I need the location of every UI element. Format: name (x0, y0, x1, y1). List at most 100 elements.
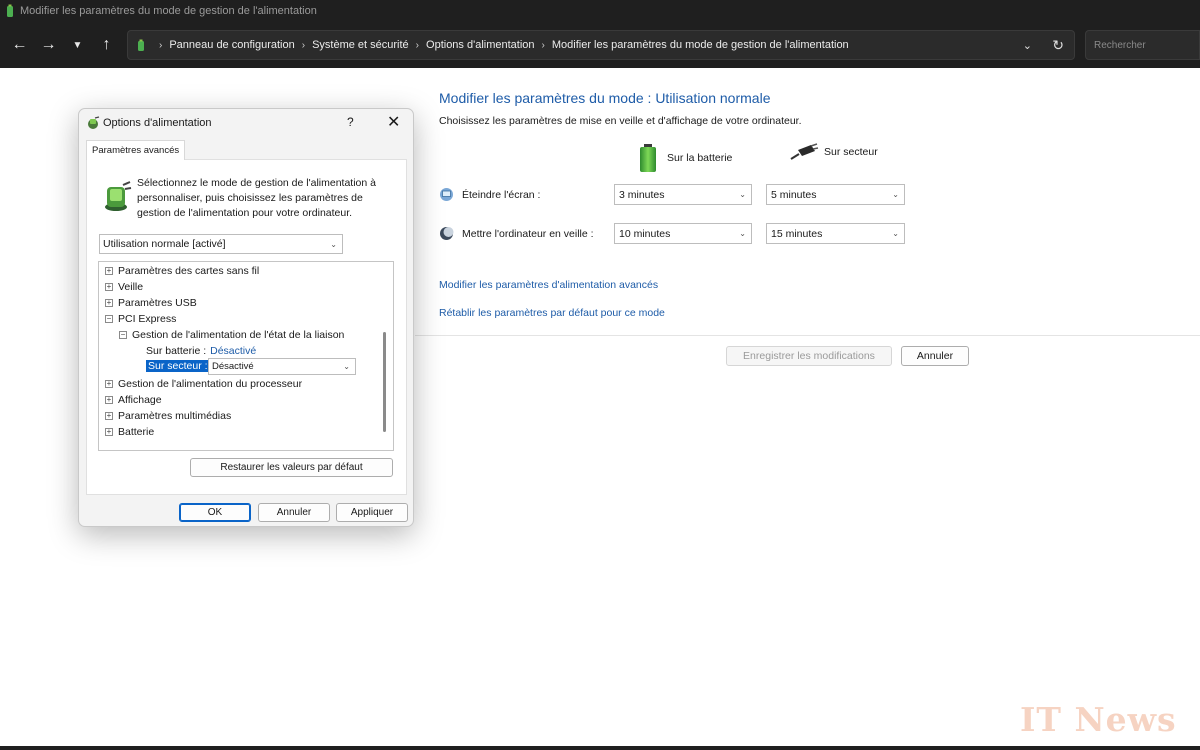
dialog-title: Options d'alimentation (103, 117, 212, 129)
tree-item-processor[interactable]: + Gestion de l'alimentation du processeu… (105, 378, 302, 390)
expand-icon[interactable]: + (105, 267, 113, 275)
refresh-icon[interactable]: ↻ (1052, 37, 1064, 54)
moon-icon (440, 227, 454, 240)
display-battery-select[interactable]: 3 minutes ⌄ (614, 184, 752, 205)
tree-label: Sur batterie : (146, 345, 207, 357)
collapse-icon[interactable]: − (119, 331, 127, 339)
display-plugged-select[interactable]: 5 minutes ⌄ (766, 184, 905, 205)
up-icon[interactable]: ↑ (92, 30, 121, 60)
search-placeholder: Rechercher (1094, 39, 1146, 51)
plugged-value-select[interactable]: Désactivé ⌄ (208, 358, 356, 375)
help-button[interactable]: ? (347, 115, 354, 129)
sleep-label: Mettre l'ordinateur en veille : (462, 227, 594, 240)
save-changes-button[interactable]: Enregistrer les modifications (726, 346, 892, 366)
divider (415, 335, 1200, 336)
display-plugged-value: 5 minutes (771, 188, 817, 201)
battery-icon (640, 144, 656, 172)
sleep-battery-value: 10 minutes (619, 227, 671, 240)
recent-locations-icon[interactable]: ▼ (63, 30, 92, 60)
breadcrumb-control-panel[interactable]: Panneau de configuration (169, 39, 294, 51)
collapse-icon[interactable]: − (105, 315, 113, 323)
tree-label-selected: Sur secteur : (146, 360, 210, 372)
expand-icon[interactable]: + (105, 396, 113, 404)
tree-label: Paramètres USB (118, 297, 197, 309)
tree-item-link-state[interactable]: − Gestion de l'alimentation de l'état de… (119, 329, 344, 341)
tab-advanced-settings[interactable]: Paramètres avancés (86, 140, 186, 160)
bottom-edge (0, 746, 1200, 750)
page-title: Modifier les paramètres du mode : Utilis… (439, 90, 771, 106)
chevron-down-icon: ⌄ (739, 190, 746, 199)
sleep-plugged-value: 15 minutes (771, 227, 823, 240)
power-plan-select[interactable]: Utilisation normale [activé] ⌄ (99, 234, 343, 254)
power-options-icon (88, 116, 100, 129)
power-options-icon (7, 4, 13, 17)
expand-icon[interactable]: + (105, 412, 113, 420)
sleep-battery-select[interactable]: 10 minutes ⌄ (614, 223, 752, 244)
search-input[interactable]: Rechercher (1085, 30, 1200, 60)
settings-tree: + Paramètres des cartes sans fil + Veill… (98, 261, 394, 451)
plugged-value: Désactivé (212, 361, 254, 372)
apply-button[interactable]: Appliquer (336, 503, 408, 522)
tree-item-display[interactable]: + Affichage (105, 394, 162, 406)
tree-label: Veille (118, 281, 144, 293)
cancel-button[interactable]: Annuler (901, 346, 969, 366)
chevron-right-icon: › (301, 39, 306, 51)
expand-icon[interactable]: + (105, 283, 113, 291)
turn-off-display-row: Éteindre l'écran : (439, 187, 540, 202)
advanced-settings-link[interactable]: Modifier les paramètres d'alimentation a… (439, 279, 658, 291)
column-header-plugged: Sur secteur (789, 143, 878, 161)
dialog-description: Sélectionnez le mode de gestion de l'ali… (137, 177, 376, 219)
expand-icon[interactable]: + (105, 299, 113, 307)
window-titlebar: Modifier les paramètres du mode de gesti… (0, 0, 1200, 22)
chevron-down-icon: ⌄ (330, 239, 337, 249)
back-icon[interactable]: ← (5, 30, 34, 60)
tree-item-sleep[interactable]: + Veille (105, 281, 143, 293)
plug-icon (790, 143, 819, 160)
tree-item-pci-express[interactable]: − PCI Express (105, 313, 176, 325)
tree-item-on-battery[interactable]: Sur batterie : Désactivé (146, 345, 256, 357)
tree-scrollbar[interactable] (383, 332, 386, 432)
ok-button[interactable]: OK (179, 503, 251, 522)
forward-icon[interactable]: → (34, 30, 63, 60)
chevron-right-icon: › (159, 39, 163, 51)
chevron-down-icon: ⌄ (892, 229, 899, 238)
tree-label: Paramètres multimédias (118, 410, 232, 422)
power-plan-value: Utilisation normale [activé] (103, 238, 226, 250)
tree-item-battery[interactable]: + Batterie (105, 426, 154, 438)
dialog-cancel-button[interactable]: Annuler (258, 503, 330, 522)
expand-icon[interactable]: + (105, 380, 113, 388)
tree-label: PCI Express (118, 313, 177, 325)
tree-item-usb[interactable]: + Paramètres USB (105, 297, 197, 309)
breadcrumb-current[interactable]: Modifier les paramètres du mode de gesti… (552, 39, 849, 51)
control-panel-icon (138, 39, 144, 51)
turn-off-display-label: Éteindre l'écran : (462, 188, 541, 201)
power-plan-icon (105, 181, 132, 211)
tree-label: Batterie (118, 426, 155, 438)
column-label-plugged: Sur secteur (824, 146, 878, 158)
navigation-bar: ← → ▼ ↑ › Panneau de configuration › Sys… (0, 22, 1200, 68)
restore-defaults-button[interactable]: Restaurer les valeurs par défaut (190, 458, 393, 477)
column-label-battery: Sur la batterie (667, 152, 733, 164)
window-title: Modifier les paramètres du mode de gesti… (20, 5, 317, 17)
breadcrumb-system-security[interactable]: Système et sécurité (312, 39, 409, 51)
tree-item-multimedia[interactable]: + Paramètres multimédias (105, 410, 231, 422)
tree-item-plugged[interactable]: Sur secteur : (146, 360, 210, 372)
sleep-row: Mettre l'ordinateur en veille : (439, 226, 594, 241)
chevron-right-icon: › (415, 39, 420, 51)
chevron-down-icon: ⌄ (343, 362, 350, 371)
tree-label: Gestion de l'alimentation du processeur (118, 378, 303, 390)
chevron-down-icon: ⌄ (739, 229, 746, 238)
on-battery-value[interactable]: Désactivé (210, 345, 256, 357)
tree-item-wireless[interactable]: + Paramètres des cartes sans fil (105, 265, 259, 277)
tree-label: Gestion de l'alimentation de l'état de l… (132, 329, 345, 341)
chevron-down-icon[interactable]: ⌄ (1023, 39, 1032, 52)
column-header-battery: Sur la batterie (637, 143, 732, 173)
tree-label: Paramètres des cartes sans fil (118, 265, 260, 277)
breadcrumb-power-options[interactable]: Options d'alimentation (426, 39, 535, 51)
sleep-plugged-select[interactable]: 15 minutes ⌄ (766, 223, 905, 244)
address-bar[interactable]: › Panneau de configuration › Système et … (127, 30, 1075, 60)
expand-icon[interactable]: + (105, 428, 113, 436)
tree-label: Affichage (118, 394, 162, 406)
close-icon[interactable]: ✕ (387, 112, 400, 132)
restore-defaults-link[interactable]: Rétablir les paramètres par défaut pour … (439, 307, 665, 319)
